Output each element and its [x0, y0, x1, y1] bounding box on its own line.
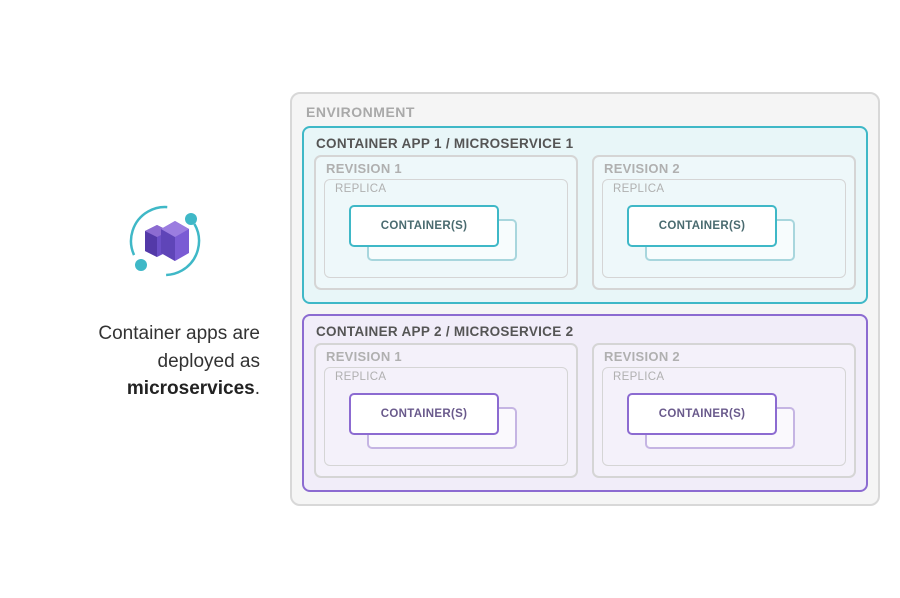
replica-box: REPLICA CONTAINER(S): [602, 179, 846, 278]
revision-box: REVISION 1 REPLICA CONTAINER(S): [314, 343, 578, 478]
container-card: CONTAINER(S): [627, 205, 777, 247]
replica-box: REPLICA CONTAINER(S): [324, 367, 568, 466]
revision-box: REVISION 2 REPLICA CONTAINER(S): [592, 155, 856, 290]
replica-label: REPLICA: [333, 371, 559, 389]
container-app-2: CONTAINER APP 2 / MICROSERVICE 2 REVISIO…: [302, 314, 868, 492]
revision-label: REVISION 2: [602, 161, 846, 179]
replica-box: REPLICA CONTAINER(S): [324, 179, 568, 278]
container-app-1: CONTAINER APP 1 / MICROSERVICE 1 REVISIO…: [302, 126, 868, 304]
environment-label: ENVIRONMENT: [302, 102, 868, 126]
replica-label: REPLICA: [333, 183, 559, 201]
replica-label: REPLICA: [611, 371, 837, 389]
revision-box: REVISION 1 REPLICA CONTAINER(S): [314, 155, 578, 290]
container-apps-icon: [119, 195, 211, 292]
app-title: CONTAINER APP 1 / MICROSERVICE 1: [314, 134, 856, 155]
tagline-text: Container apps are deployed as microserv…: [98, 320, 260, 403]
revisions-row: REVISION 1 REPLICA CONTAINER(S) REVISION…: [314, 155, 856, 290]
container-card: CONTAINER(S): [627, 393, 777, 435]
left-panel: Container apps are deployed as microserv…: [10, 195, 290, 403]
container-stack: CONTAINER(S): [339, 393, 553, 451]
replica-box: REPLICA CONTAINER(S): [602, 367, 846, 466]
container-stack: CONTAINER(S): [617, 393, 831, 451]
replica-label: REPLICA: [611, 183, 837, 201]
container-stack: CONTAINER(S): [339, 205, 553, 263]
container-stack: CONTAINER(S): [617, 205, 831, 263]
container-card: CONTAINER(S): [349, 205, 499, 247]
revision-label: REVISION 1: [324, 349, 568, 367]
revision-label: REVISION 2: [602, 349, 846, 367]
revision-box: REVISION 2 REPLICA CONTAINER(S): [592, 343, 856, 478]
revisions-row: REVISION 1 REPLICA CONTAINER(S) REVISION…: [314, 343, 856, 478]
container-card: CONTAINER(S): [349, 393, 499, 435]
revision-label: REVISION 1: [324, 161, 568, 179]
environment-box: ENVIRONMENT CONTAINER APP 1 / MICROSERVI…: [290, 92, 880, 506]
app-title: CONTAINER APP 2 / MICROSERVICE 2: [314, 322, 856, 343]
